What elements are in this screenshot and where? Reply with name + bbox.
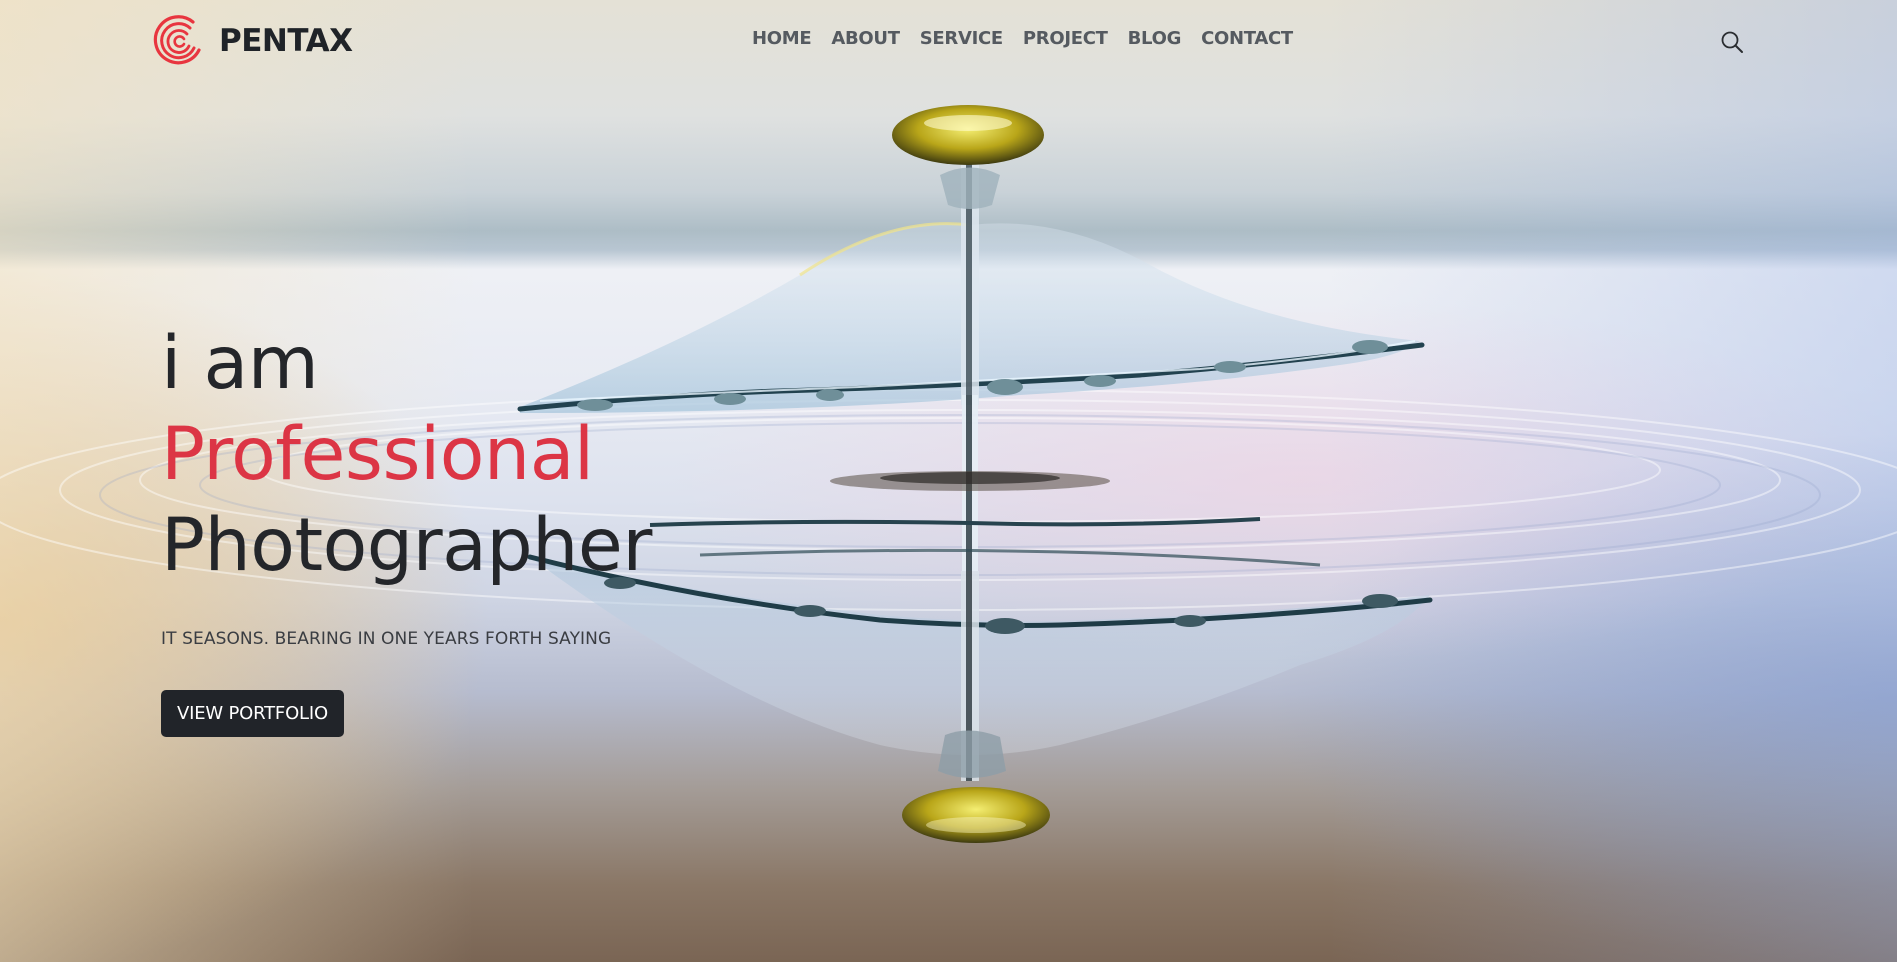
nav-link-blog[interactable]: BLOG: [1128, 28, 1182, 49]
nav-link-service[interactable]: SERVICE: [920, 28, 1003, 49]
headline-line-3: Photographer: [161, 503, 652, 588]
nav-item-about: ABOUT: [831, 28, 900, 49]
hero-tagline: IT SEASONS. BEARING IN ONE YEARS FORTH S…: [161, 629, 612, 649]
nav-link-project[interactable]: PROJECT: [1023, 28, 1108, 49]
nav-item-project: PROJECT: [1023, 28, 1108, 49]
nav-item-blog: BLOG: [1128, 28, 1182, 49]
nav-link-about[interactable]: ABOUT: [831, 28, 900, 49]
concentric-circles-logo-icon: [153, 15, 201, 65]
hero-headline: i am Professional Photographer: [161, 318, 652, 591]
nav-link-home[interactable]: HOME: [752, 28, 812, 49]
headline-line-1: i am: [161, 321, 319, 406]
brand-logo-link[interactable]: PENTAX: [153, 14, 353, 68]
top-navbar: PENTAX HOME ABOUT SERVICE PROJECT BLOG C…: [0, 0, 1897, 84]
search-icon[interactable]: [1718, 28, 1746, 56]
hero-content: i am Professional Photographer IT SEASON…: [161, 318, 652, 737]
nav-item-contact: CONTACT: [1201, 28, 1293, 49]
main-nav: HOME ABOUT SERVICE PROJECT BLOG CONTACT: [752, 28, 1303, 49]
nav-item-service: SERVICE: [920, 28, 1003, 49]
nav-link-contact[interactable]: CONTACT: [1201, 28, 1293, 49]
nav-item-home: HOME: [752, 28, 812, 49]
hero-section: PENTAX HOME ABOUT SERVICE PROJECT BLOG C…: [0, 0, 1897, 962]
brand-name: PENTAX: [219, 23, 353, 59]
headline-accent-word: Professional: [161, 412, 594, 497]
view-portfolio-button[interactable]: VIEW PORTFOLIO: [161, 690, 344, 737]
